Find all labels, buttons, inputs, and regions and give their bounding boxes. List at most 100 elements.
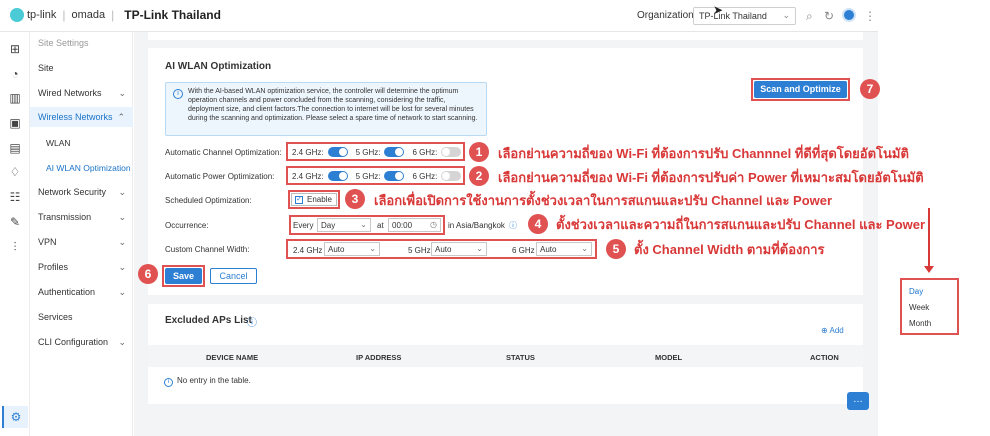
enable-checkbox[interactable]: ✓ Enable — [291, 193, 337, 206]
option-month[interactable]: Month — [909, 319, 931, 328]
channel-24-toggle[interactable] — [327, 147, 348, 157]
callout-arrow-head — [924, 266, 934, 273]
step-badge-2: 2 — [469, 166, 489, 186]
power-5-toggle[interactable] — [384, 171, 405, 181]
occurrence-every: Every — [293, 221, 314, 230]
devices-icon[interactable]: ▣ — [8, 116, 22, 130]
settings-sidebar: Site Settings Site Wired Networks ⌄ Wire… — [30, 32, 133, 436]
sidebar-item-site[interactable]: Site — [38, 63, 130, 73]
cancel-button[interactable]: Cancel — [210, 268, 257, 284]
add-label: Add — [829, 326, 844, 335]
annotation-4: ตั้งช่วงเวลาและความถี่ในการสแกนและปรับ C… — [556, 217, 926, 232]
dashboard-icon[interactable]: ⊞ — [8, 42, 22, 56]
empty-text: No entry in the table. — [177, 376, 251, 385]
column-action: ACTION — [810, 353, 839, 362]
column-model[interactable]: MODEL — [655, 353, 682, 362]
chevron-down-icon: ⌄ — [782, 10, 790, 20]
chevron-up-icon: ⌃ — [117, 112, 125, 122]
site-name: TP-Link Thailand — [124, 8, 221, 22]
width-5-label: 5 GHz — [408, 246, 431, 255]
step-badge-6: 6 — [138, 264, 158, 284]
option-week[interactable]: Week — [909, 303, 929, 312]
tplink-logo-icon — [10, 8, 24, 22]
scan-optimize-button[interactable]: Scan and Optimize — [754, 81, 847, 98]
option-day[interactable]: Day — [909, 287, 923, 296]
power-opt-toggles: 2.4 GHz: 5 GHz: 6 GHz: — [292, 171, 469, 181]
sidebar-item-wlan[interactable]: WLAN — [46, 138, 138, 148]
chevron-down-icon: ⌄ — [476, 244, 483, 253]
sidebar-item-transmission[interactable]: Transmission ⌄ — [38, 212, 130, 222]
callout-arrow — [928, 208, 930, 270]
time-input[interactable]: 00:00 ◷ — [388, 218, 441, 232]
power-24-toggle[interactable] — [327, 171, 348, 181]
width-5-select[interactable]: Auto ⌄ — [431, 242, 487, 256]
channel-6-toggle[interactable] — [441, 147, 462, 157]
scheduled-label: Scheduled Optimization: — [165, 196, 252, 205]
mouse-cursor-icon: ➤ — [713, 3, 724, 17]
sidebar-item-profiles[interactable]: Profiles ⌄ — [38, 262, 130, 272]
sidebar-item-label: Authentication — [38, 287, 96, 297]
channel-opt-toggles: 2.4 GHz: 5 GHz: 6 GHz: — [292, 147, 469, 157]
refresh-icon[interactable]: ↻ — [824, 9, 834, 23]
width-24-select[interactable]: Auto ⌄ — [324, 242, 380, 256]
brand-omada: omada — [71, 9, 106, 21]
channel-opt-label: Automatic Channel Optimization: — [165, 148, 282, 157]
chevron-down-icon: ⌄ — [118, 212, 126, 222]
excluded-aps-title: Excluded APs List — [165, 315, 252, 326]
more-icon[interactable]: ⋮ — [864, 9, 876, 23]
step-badge-3: 3 — [345, 189, 365, 209]
sidebar-item-ai-wlan-optimization[interactable]: AI WLAN Optimization — [46, 163, 138, 173]
add-button[interactable]: ⊕ Add — [821, 326, 844, 335]
info-text: With the AI-based WLAN optimization serv… — [188, 88, 478, 122]
map-icon[interactable]: ▥ — [8, 91, 22, 105]
settings-icon[interactable]: ⚙ — [9, 410, 23, 424]
band-6-label: 6 GHz: — [412, 171, 438, 181]
reports-icon[interactable]: ⫶ — [8, 240, 22, 255]
chevron-down-icon: ⌄ — [118, 337, 126, 347]
sidebar-item-wireless-networks[interactable]: Wireless Networks ⌃ — [30, 107, 133, 127]
step-badge-5: 5 — [606, 239, 626, 259]
width-6-select[interactable]: Auto ⌄ — [536, 242, 592, 256]
channel-5-toggle[interactable] — [384, 147, 405, 157]
sidebar-item-label: Wireless Networks — [38, 112, 113, 122]
org-label: Organization: — [637, 10, 697, 21]
chat-icon[interactable]: … — [847, 392, 869, 410]
timezone-text: in Asia/Bangkok — [448, 221, 505, 230]
chevron-down-icon: ⌄ — [118, 237, 126, 247]
sidebar-heading: Site Settings — [38, 38, 89, 48]
sidebar-item-services[interactable]: Services — [38, 312, 130, 322]
occurrence-select[interactable]: Day ⌄ — [317, 218, 371, 232]
avatar[interactable] — [842, 8, 856, 22]
column-ip-address[interactable]: IP ADDRESS — [356, 353, 401, 362]
icon-rail: ⊞ ◔ ▥ ▣ ▤ ♢ ☷ ✎ ⫶ — [0, 32, 30, 436]
info-icon: i — [173, 89, 183, 99]
chevron-down-icon: ⌄ — [581, 244, 588, 253]
save-button[interactable]: Save — [165, 268, 202, 284]
brand-divider: | — [111, 8, 115, 22]
tools-icon[interactable]: ✎ — [8, 215, 22, 229]
sidebar-item-wired-networks[interactable]: Wired Networks ⌄ — [38, 88, 130, 98]
power-6-toggle[interactable] — [441, 171, 462, 181]
statistics-icon[interactable]: ◔ — [8, 67, 22, 81]
clients-icon[interactable]: ▤ — [8, 141, 22, 155]
width-5-value: Auto — [435, 245, 452, 254]
sidebar-item-vpn[interactable]: VPN ⌄ — [38, 237, 130, 247]
occurrence-value: Day — [321, 221, 336, 230]
insight-icon[interactable]: ♢ — [8, 165, 22, 179]
sidebar-item-cli-configuration[interactable]: CLI Configuration ⌄ — [38, 337, 130, 347]
info-icon[interactable]: ⓘ — [247, 314, 257, 329]
previous-card — [148, 32, 863, 40]
column-status[interactable]: STATUS — [506, 353, 535, 362]
logs-icon[interactable]: ☷ — [8, 190, 22, 204]
org-select[interactable]: TP-Link Thailand ⌄ — [693, 7, 796, 25]
info-icon[interactable]: ⓘ — [509, 220, 517, 231]
enable-label: Enable — [307, 195, 332, 204]
empty-table-row: i No entry in the table. — [164, 376, 251, 387]
sidebar-item-network-security[interactable]: Network Security ⌄ — [38, 187, 130, 197]
column-device-name[interactable]: DEVICE NAME — [206, 353, 258, 362]
sidebar-item-label: VPN — [38, 237, 57, 247]
chevron-down-icon: ⌄ — [118, 88, 126, 98]
sidebar-item-authentication[interactable]: Authentication ⌄ — [38, 287, 130, 297]
org-value: TP-Link Thailand — [699, 11, 767, 21]
search-icon[interactable]: ⌕ — [806, 9, 813, 24]
